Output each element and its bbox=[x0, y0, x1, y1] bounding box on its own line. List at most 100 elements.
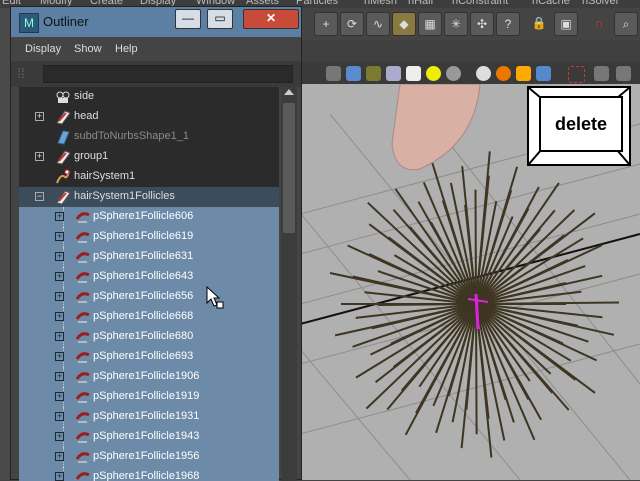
tree-row[interactable]: + pSphere1Follicle1931 bbox=[19, 407, 279, 427]
close-button[interactable]: ✕ bbox=[243, 9, 299, 29]
search-input[interactable] bbox=[43, 65, 293, 83]
toolbar-button-6[interactable]: ✳ bbox=[444, 12, 468, 36]
tree-row-label: pSphere1Follicle1968 bbox=[93, 470, 200, 481]
material-icon[interactable] bbox=[496, 66, 511, 81]
smooth-icon[interactable] bbox=[386, 66, 401, 81]
collapse-icon[interactable]: − bbox=[35, 192, 44, 201]
expand-icon[interactable]: + bbox=[55, 392, 64, 401]
follicle-icon bbox=[75, 272, 90, 283]
tree-row[interactable]: + pSphere1Follicle668 bbox=[19, 307, 279, 327]
left-tool-strip bbox=[0, 8, 10, 480]
xray-icon[interactable] bbox=[366, 66, 381, 81]
expand-icon[interactable]: + bbox=[55, 312, 64, 321]
tree-row[interactable]: + pSphere1Follicle1943 bbox=[19, 427, 279, 447]
app-menu-nmesh[interactable]: nMesh bbox=[364, 0, 397, 7]
follicle-icon bbox=[75, 432, 90, 443]
hair-strand bbox=[422, 182, 477, 305]
tree-row[interactable]: + pSphere1Follicle643 bbox=[19, 267, 279, 287]
outliner-window[interactable]: M Outliner — ▭ ✕ Display Show Help ⁞⁞ si… bbox=[10, 6, 302, 481]
scroll-thumb[interactable] bbox=[283, 103, 295, 233]
wireframe-icon[interactable] bbox=[326, 66, 341, 81]
expand-icon[interactable]: + bbox=[55, 332, 64, 341]
filter-handle-icon[interactable]: ⁞⁞ bbox=[17, 65, 35, 83]
minimize-button[interactable]: — bbox=[175, 9, 201, 29]
toolbar-button-1[interactable]: + bbox=[314, 12, 338, 36]
delete-key-label: delete bbox=[539, 96, 623, 152]
app-menu-nconstraint[interactable]: nConstraint bbox=[452, 0, 508, 7]
shadow-icon[interactable] bbox=[476, 66, 491, 81]
maximize-button[interactable]: ▭ bbox=[207, 9, 233, 29]
app-menu-particles[interactable]: Particles bbox=[296, 0, 338, 7]
expand-icon[interactable]: + bbox=[55, 252, 64, 261]
tree-row-label: group1 bbox=[74, 150, 109, 162]
select-camera-icon[interactable] bbox=[568, 66, 585, 83]
expand-icon[interactable]: + bbox=[55, 432, 64, 441]
tree-row[interactable]: + pSphere1Follicle1968 bbox=[19, 467, 279, 481]
shelf-strip bbox=[300, 40, 640, 63]
tree-row[interactable]: + pSphere1Follicle606 bbox=[19, 207, 279, 227]
outliner-titlebar[interactable]: M Outliner — ▭ ✕ bbox=[11, 7, 301, 37]
toolbar-button-4[interactable]: ◆ bbox=[392, 12, 416, 36]
follicle-icon bbox=[75, 292, 90, 303]
expand-icon[interactable]: + bbox=[55, 292, 64, 301]
app-menu-nhair[interactable]: nHair bbox=[408, 0, 434, 7]
tree-row[interactable]: hairSystem1 bbox=[19, 167, 279, 187]
expand-icon[interactable]: + bbox=[35, 112, 44, 121]
camera-view-icon[interactable] bbox=[536, 66, 551, 81]
toolbar-button-2[interactable]: ⟳ bbox=[340, 12, 364, 36]
tree-row-label: pSphere1Follicle1931 bbox=[93, 410, 200, 422]
tree-row[interactable]: + head bbox=[19, 107, 279, 127]
expand-icon[interactable]: + bbox=[35, 152, 44, 161]
expand-icon[interactable]: + bbox=[55, 212, 64, 221]
follicle-icon bbox=[75, 332, 90, 343]
expand-icon[interactable]: + bbox=[55, 352, 64, 361]
expand-icon[interactable]: + bbox=[55, 232, 64, 241]
grid-icon[interactable] bbox=[594, 66, 609, 81]
tree-row[interactable]: + pSphere1Follicle1956 bbox=[19, 447, 279, 467]
tree-row[interactable]: subdToNurbsShape1_1 bbox=[19, 127, 279, 147]
expand-icon[interactable]: + bbox=[55, 412, 64, 421]
expand-icon[interactable]: + bbox=[55, 272, 64, 281]
checker-icon[interactable] bbox=[406, 66, 421, 81]
nurbs-surface-icon bbox=[57, 130, 70, 145]
app-menu-nsolver[interactable]: nSolver bbox=[582, 0, 619, 7]
follicle-icon bbox=[75, 452, 90, 463]
toolbar-button-5[interactable]: ▦ bbox=[418, 12, 442, 36]
tree-row[interactable]: + pSphere1Follicle693 bbox=[19, 347, 279, 367]
tree-scrollbar[interactable] bbox=[281, 87, 297, 481]
light-icon[interactable] bbox=[426, 66, 441, 81]
tree-row[interactable]: − hairSystem1Follicles bbox=[19, 187, 279, 207]
toolbar-button-3[interactable]: ∿ bbox=[366, 12, 390, 36]
tree-row[interactable]: + pSphere1Follicle631 bbox=[19, 247, 279, 267]
menu-show[interactable]: Show bbox=[74, 43, 102, 55]
shaded-icon[interactable] bbox=[346, 66, 361, 81]
expand-icon[interactable]: + bbox=[55, 452, 64, 461]
expand-icon[interactable]: + bbox=[55, 372, 64, 381]
menu-display[interactable]: Display bbox=[25, 43, 61, 55]
follicle-icon bbox=[75, 352, 90, 363]
tree-row[interactable]: + pSphere1Follicle1906 bbox=[19, 367, 279, 387]
tree-row[interactable]: + pSphere1Follicle656 bbox=[19, 287, 279, 307]
toolbar-button-8[interactable]: ▣ bbox=[554, 12, 578, 36]
tree-row[interactable]: + pSphere1Follicle619 bbox=[19, 227, 279, 247]
menu-help[interactable]: Help bbox=[115, 43, 138, 55]
layout-icon[interactable] bbox=[616, 66, 631, 81]
tree-row[interactable]: side bbox=[19, 87, 279, 107]
sphere-icon[interactable] bbox=[446, 66, 461, 81]
texture-icon[interactable] bbox=[516, 66, 531, 81]
tree-row[interactable]: + group1 bbox=[19, 147, 279, 167]
lock-icon[interactable]: 🔒 bbox=[528, 12, 550, 34]
toolbar-button-9[interactable]: ⌕ bbox=[614, 12, 638, 36]
magnet-icon[interactable]: ∩ bbox=[588, 12, 610, 34]
outliner-tree[interactable]: side + head subdToNurbsShape1_1 + group1 hairS… bbox=[19, 87, 279, 481]
toolbar-button-7[interactable]: ✣ bbox=[470, 12, 494, 36]
follicle-icon bbox=[75, 372, 90, 383]
follicle-icon bbox=[75, 412, 90, 423]
app-menu-ncache[interactable]: nCache bbox=[532, 0, 570, 7]
transform-icon bbox=[56, 150, 71, 165]
help-icon[interactable]: ? bbox=[496, 12, 520, 36]
tree-row[interactable]: + pSphere1Follicle1919 bbox=[19, 387, 279, 407]
follicle-icon bbox=[75, 212, 90, 223]
tree-row[interactable]: + pSphere1Follicle680 bbox=[19, 327, 279, 347]
scroll-up-arrow-icon[interactable] bbox=[284, 89, 294, 95]
